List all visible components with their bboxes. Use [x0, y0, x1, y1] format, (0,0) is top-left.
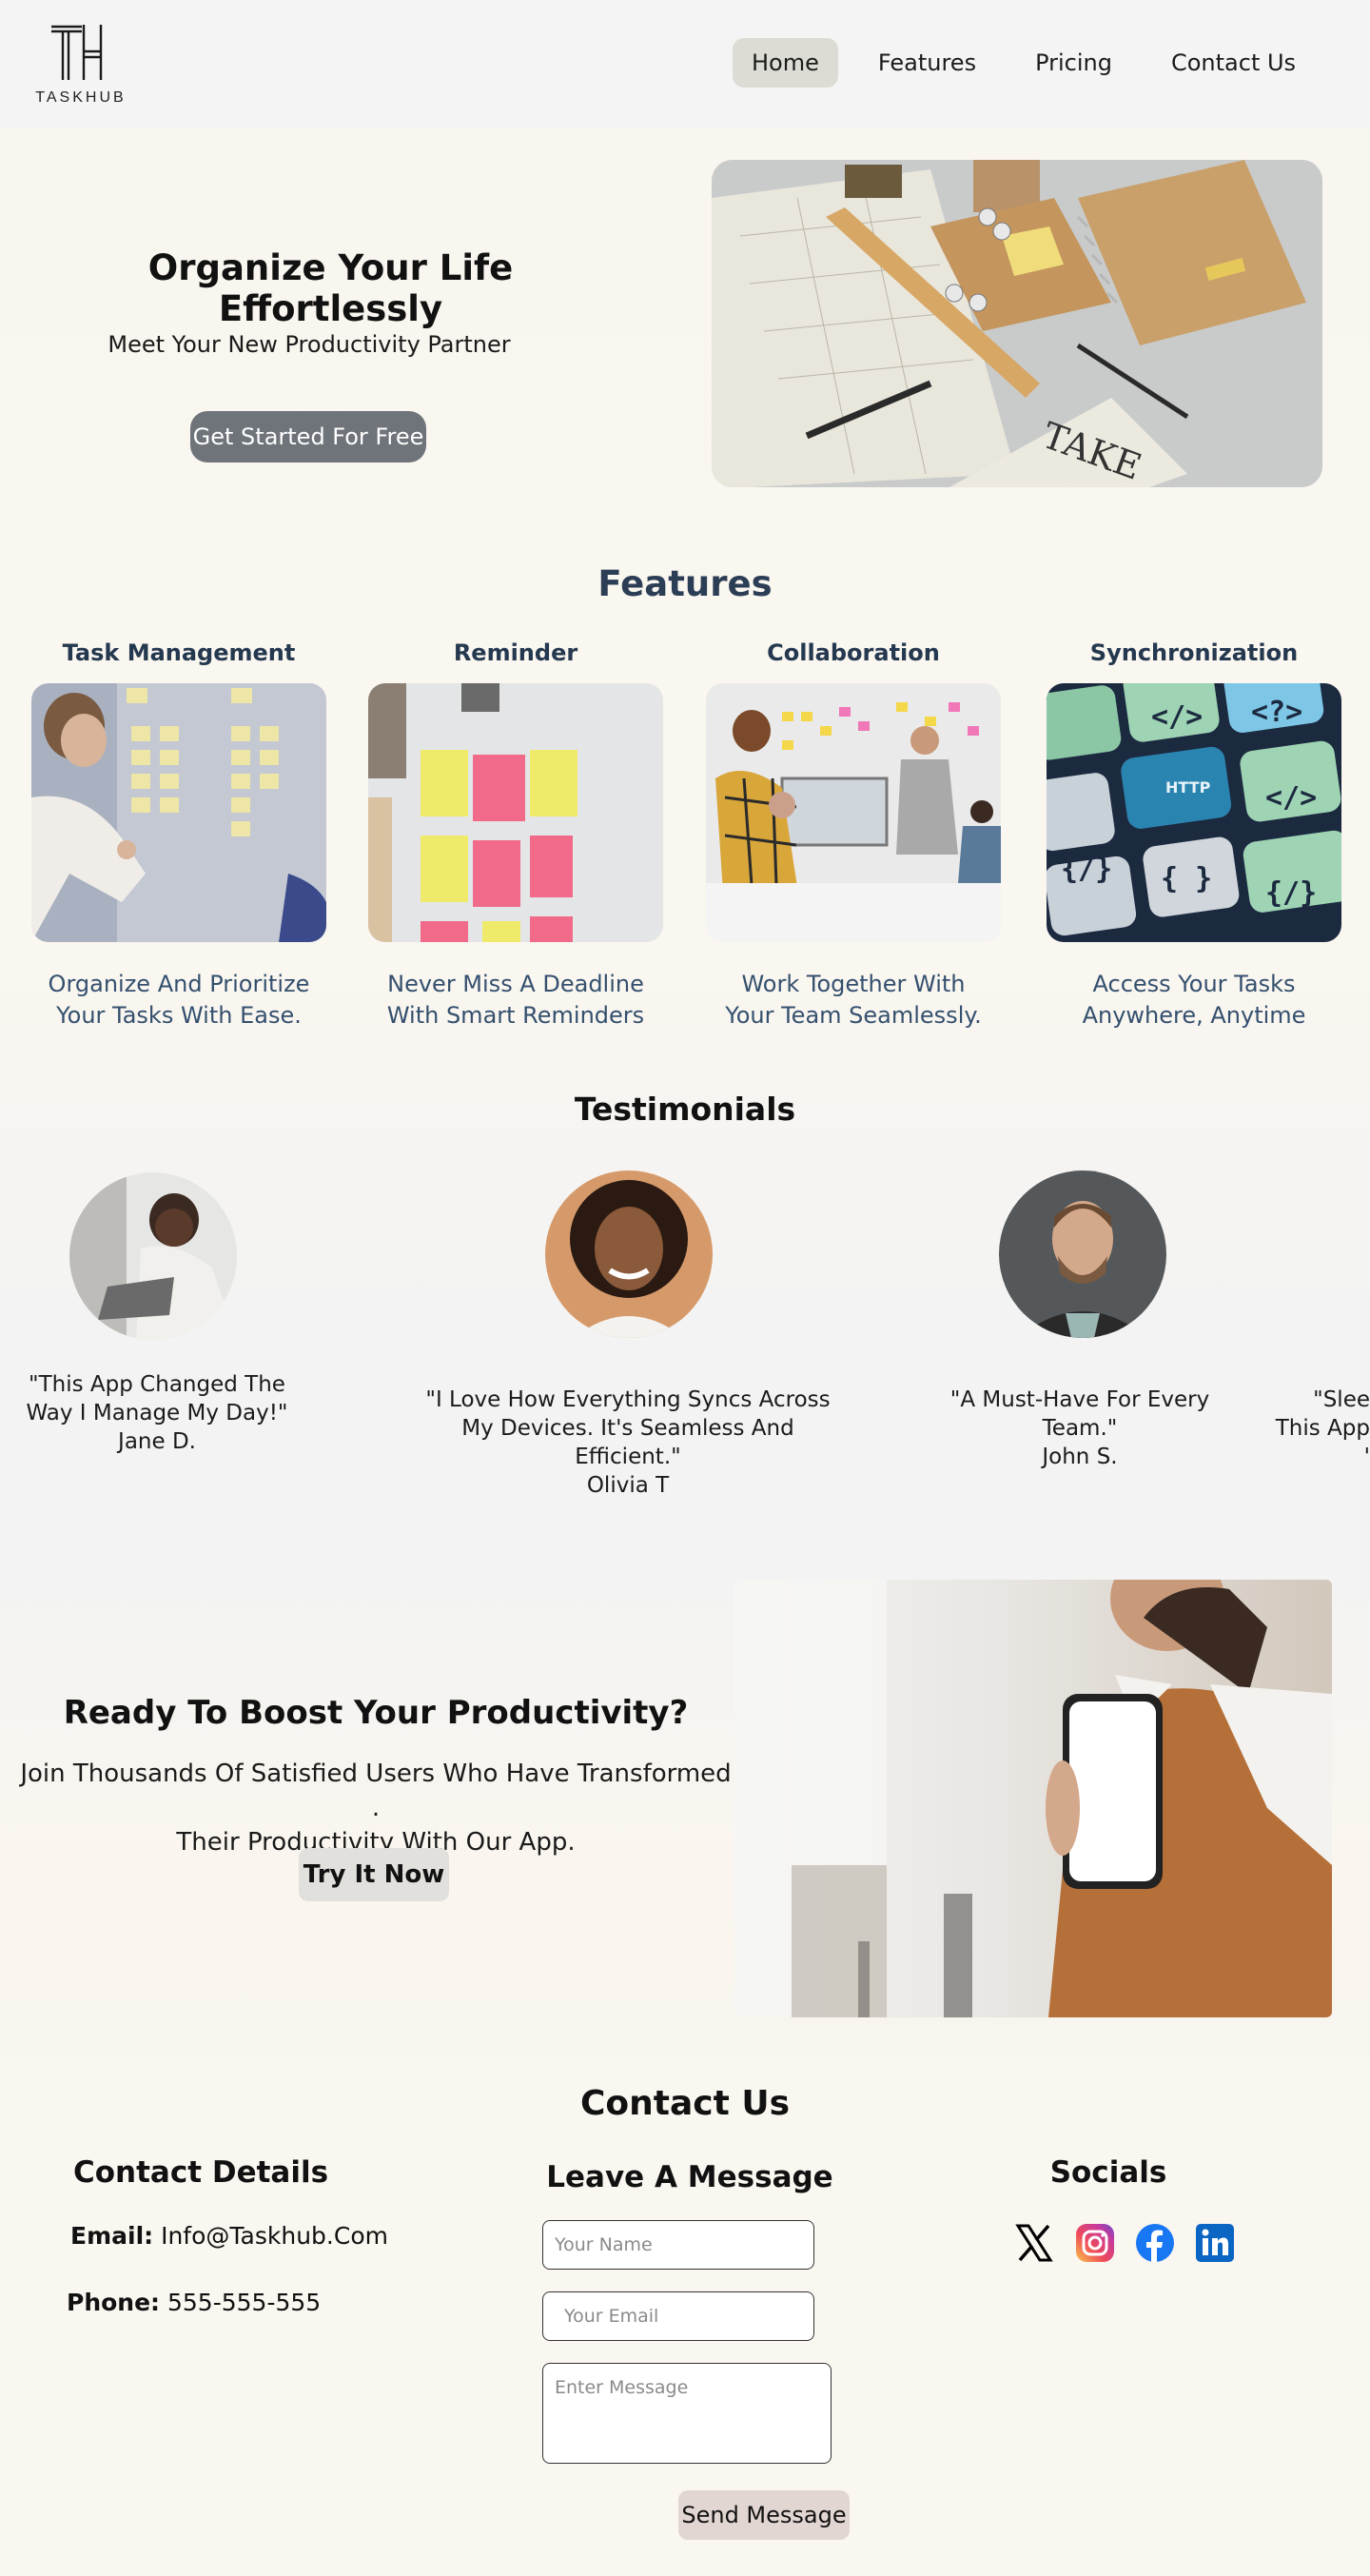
hero-subtitle: Meet Your New Productivity Partner [108, 331, 511, 358]
hero-image-notebooks: TAKE [712, 160, 1322, 487]
feature-card-task-management: Task Management Organize And Prioritize … [31, 639, 326, 1032]
quote-line: This App [1275, 1416, 1370, 1441]
main-nav: Home Features Pricing Contact Us [733, 36, 1336, 89]
feature-description-line: With Smart Reminders [386, 1002, 645, 1029]
contact-phone: Phone: 555-555-555 [67, 2289, 321, 2316]
feature-description-line: Access Your Tasks [1092, 971, 1296, 997]
quote-author: ' [1363, 1445, 1370, 1469]
feature-card-collaboration: Collaboration Work Together With Your Te… [706, 639, 1001, 1032]
send-message-button[interactable]: Send Message [678, 2490, 850, 2540]
feature-name: Task Management [62, 639, 296, 666]
instagram-icon[interactable] [1075, 2223, 1115, 2263]
svg-text:<?>: <?> [1251, 696, 1302, 729]
logo-text: TASKHUB [35, 89, 127, 106]
feature-image-task-management [31, 683, 326, 942]
phone-value[interactable]: 555-555-555 [167, 2289, 321, 2316]
get-started-button[interactable]: Get Started For Free [190, 411, 426, 462]
feature-description: Access Your Tasks Anywhere, Anytime [1047, 969, 1341, 1032]
quote-line: My Devices. It's Seamless And Efficient.… [461, 1416, 794, 1469]
quote-line: "A Must-Have For Every Team." [949, 1387, 1210, 1441]
testimonial-quote-jane: "This App Changed The Way I Manage My Da… [19, 1370, 295, 1456]
leave-message-heading: Leave A Message [546, 2160, 833, 2194]
feature-description: Never Miss A Deadline With Smart Reminde… [368, 969, 663, 1032]
avatar-olivia [545, 1170, 713, 1338]
try-it-now-button[interactable]: Try It Now [299, 1848, 449, 1901]
feature-description-line: Your Team Seamlessly. [725, 1002, 982, 1029]
feature-image-reminder [368, 683, 663, 942]
email-value[interactable]: Info@Taskhub.Com [161, 2222, 388, 2250]
site-header: TASKHUB Home Features Pricing Contact Us [0, 0, 1370, 128]
feature-description-line: Your Tasks With Ease. [56, 1002, 302, 1029]
svg-text:{/}: {/} [1265, 876, 1317, 910]
svg-text:{ }: { } [1161, 862, 1212, 895]
name-input[interactable] [542, 2220, 814, 2270]
feature-description-line: Anywhere, Anytime [1082, 1002, 1306, 1029]
nav-pricing[interactable]: Pricing [1016, 38, 1131, 88]
logo-mark-icon [51, 25, 103, 80]
nav-home[interactable]: Home [733, 38, 838, 88]
socials-heading: Socials [1049, 2155, 1167, 2190]
quote-line: "This App Changed The [29, 1372, 285, 1397]
testimonials-title: Testimonials [574, 1091, 796, 1128]
hero-title: Organize Your Life Effortlessly [147, 247, 514, 329]
quote-line: Way I Manage My Day!" [26, 1401, 288, 1426]
svg-text:</>: </> [1151, 700, 1203, 734]
feature-image-synchronization: </> <?> </> {/} { } {/} HTTP [1047, 683, 1341, 942]
nav-features[interactable]: Features [859, 38, 995, 88]
message-input[interactable] [542, 2363, 832, 2464]
feature-name: Collaboration [767, 639, 940, 666]
quote-line: "Slee [1313, 1387, 1370, 1412]
cta-subtitle-line: Join Thousands Of Satisfied Users Who Ha… [20, 1760, 732, 1822]
cta-title: Ready To Boost Your Productivity? [63, 1694, 689, 1732]
feature-description-line: Never Miss A Deadline [387, 971, 644, 997]
facebook-icon[interactable] [1135, 2223, 1175, 2263]
feature-name: Synchronization [1089, 639, 1299, 666]
contact-email: Email: Info@Taskhub.Com [70, 2222, 388, 2250]
testimonial-quote-partial: "Slee This App ' [1275, 1386, 1370, 1471]
testimonial-quote-olivia: "I Love How Everything Syncs Across My D… [409, 1386, 847, 1500]
feature-card-synchronization: Synchronization </> <?> </> {/} { } {/} … [1047, 639, 1341, 1032]
quote-author: Olivia T [586, 1473, 670, 1498]
taskhub-logo[interactable]: TASKHUB [29, 23, 133, 113]
svg-text:</>: </> [1265, 781, 1317, 815]
feature-name: Reminder [453, 639, 578, 666]
testimonial-quote-john: "A Must-Have For Every Team." John S. [913, 1386, 1246, 1471]
quote-author: Jane D. [118, 1429, 196, 1454]
feature-image-collaboration [706, 683, 1001, 942]
x-icon[interactable] [1014, 2223, 1054, 2263]
cta-subtitle: Join Thousands Of Satisfied Users Who Ha… [19, 1757, 733, 1859]
avatar-john [999, 1170, 1166, 1338]
avatar-jane [69, 1172, 237, 1340]
nav-contact-us[interactable]: Contact Us [1152, 38, 1315, 88]
cta-image-phone [734, 1580, 1332, 2017]
feature-description-line: Work Together With [741, 971, 966, 997]
svg-text:{/}: {/} [1061, 853, 1112, 886]
feature-description: Organize And Prioritize Your Tasks With … [31, 969, 326, 1032]
feature-description: Work Together With Your Team Seamlessly. [706, 969, 1001, 1032]
quote-line: "I Love How Everything Syncs Across [425, 1387, 831, 1412]
quote-author: John S. [1042, 1445, 1118, 1469]
contact-title: Contact Us [579, 2084, 791, 2123]
feature-description-line: Organize And Prioritize [48, 971, 310, 997]
email-input[interactable] [542, 2291, 814, 2341]
linkedin-icon[interactable] [1195, 2223, 1235, 2263]
feature-card-reminder: Reminder Never Miss A Deadline With Smar… [368, 639, 663, 1032]
contact-details-heading: Contact Details [73, 2155, 329, 2190]
phone-label: Phone: [67, 2289, 161, 2316]
features-title: Features [597, 563, 773, 604]
email-label: Email: [70, 2222, 154, 2250]
svg-text:HTTP: HTTP [1165, 778, 1211, 796]
